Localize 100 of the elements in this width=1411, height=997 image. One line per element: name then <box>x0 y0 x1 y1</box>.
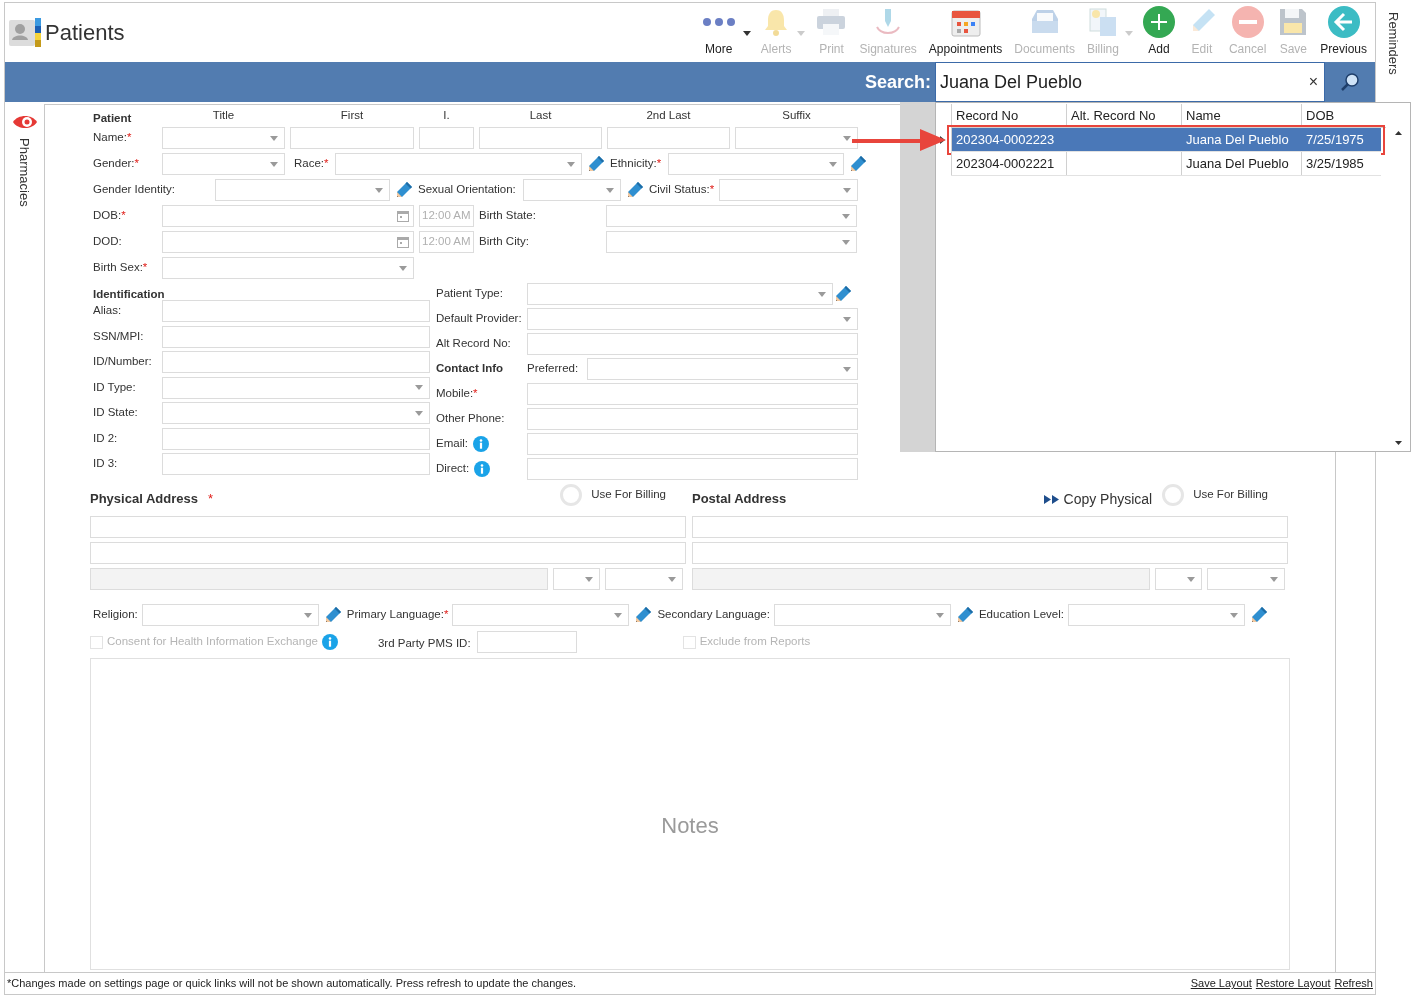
input-field[interactable] <box>162 351 430 373</box>
sidebar-tab[interactable]: Pharmacies <box>14 138 35 207</box>
dropdown-field[interactable] <box>162 402 430 424</box>
radio-button[interactable] <box>1162 484 1185 506</box>
input-field[interactable] <box>90 516 686 538</box>
field-label: Birth Sex:* <box>93 260 149 276</box>
column-header[interactable]: Alt. Record No <box>1066 104 1181 127</box>
caret-icon <box>843 135 851 141</box>
input-field[interactable] <box>162 453 430 475</box>
radio-button[interactable] <box>560 484 583 506</box>
pencil-icon[interactable] <box>394 180 414 200</box>
dropdown-field[interactable] <box>141 604 319 626</box>
dropdown-field[interactable] <box>162 153 285 175</box>
footer-link[interactable]: Refresh <box>1334 975 1373 992</box>
result-row[interactable]: 202304-0002221 Juana Del Pueblo 3/25/1985 <box>951 152 1381 176</box>
column-header[interactable]: Name <box>1181 104 1301 127</box>
field-label: Preferred: <box>527 361 580 377</box>
field-label: ID/Number: <box>93 354 153 370</box>
result-row[interactable]: 202304-0002223 Juana Del Pueblo 7/25/1975 <box>951 128 1381 152</box>
clear-button[interactable]: × <box>1308 70 1318 94</box>
field-label: Patient Type: <box>436 286 504 302</box>
sidebar-tab[interactable]: Reminders <box>1383 12 1404 92</box>
input-field[interactable] <box>692 516 1288 538</box>
checkbox-label: Exclude from Reports <box>699 634 811 650</box>
input-field[interactable] <box>419 127 474 149</box>
input-field[interactable] <box>90 542 686 564</box>
input-field[interactable] <box>290 127 414 149</box>
input-field[interactable] <box>162 427 430 450</box>
date-field[interactable] <box>162 205 414 227</box>
calendar-icon[interactable] <box>397 210 409 222</box>
dropdown-field[interactable] <box>527 308 858 330</box>
dropdown-field[interactable] <box>587 358 858 380</box>
dropdown-field[interactable] <box>735 127 858 149</box>
dropdown-field[interactable] <box>1068 604 1245 626</box>
dropdown-field[interactable] <box>605 568 683 590</box>
toolbar-button[interactable]: Add <box>1136 4 1181 58</box>
dropdown-field[interactable] <box>606 205 857 227</box>
scroll-up-icon[interactable] <box>1394 131 1402 135</box>
input-field[interactable] <box>476 631 577 653</box>
field-label: Birth City: <box>479 234 530 250</box>
pencil-icon[interactable] <box>833 284 853 304</box>
date-field[interactable] <box>162 231 414 253</box>
dropdown-field[interactable] <box>606 231 857 253</box>
input-field[interactable] <box>162 325 430 348</box>
dropdown-field[interactable] <box>523 179 621 201</box>
column-header[interactable]: DOB <box>1301 104 1381 127</box>
input-field[interactable] <box>527 408 858 430</box>
field-label: Gender:* <box>93 156 141 172</box>
input-field[interactable] <box>527 433 858 455</box>
toolbar-button[interactable]: Appointments <box>922 4 1009 58</box>
dropdown-field[interactable] <box>553 568 600 590</box>
footer-link[interactable]: Restore Layout <box>1255 975 1331 992</box>
field-label: Secondary Language: <box>657 607 770 623</box>
dropdown-field[interactable] <box>162 257 414 279</box>
dropdown-field[interactable] <box>1207 568 1285 590</box>
dropdown-field[interactable] <box>452 604 630 626</box>
info-icon[interactable] <box>472 436 489 452</box>
pencil-icon[interactable] <box>586 154 606 174</box>
footer-link[interactable]: Save Layout <box>1190 975 1252 992</box>
pencil-icon[interactable] <box>633 605 654 625</box>
dropdown-field[interactable] <box>1155 568 1202 590</box>
calendar-icon[interactable] <box>397 236 409 248</box>
toolbar-button[interactable]: More <box>694 4 743 58</box>
info-icon[interactable] <box>474 461 491 477</box>
field-label: ID 3: <box>93 456 119 472</box>
pencil-icon[interactable] <box>848 154 868 174</box>
input-field[interactable] <box>527 458 858 480</box>
notes-field[interactable]: Notes <box>90 658 1290 970</box>
dropdown-field[interactable] <box>773 604 951 626</box>
input-field[interactable] <box>162 300 430 322</box>
info-icon[interactable] <box>321 634 338 650</box>
caret-icon <box>614 612 623 618</box>
field-label: Gender Identity: <box>93 182 176 198</box>
input-field[interactable] <box>607 127 730 149</box>
toolbar-button[interactable]: Previous <box>1314 4 1373 58</box>
dropdown-field[interactable] <box>719 179 858 201</box>
field-label: Ethnicity:* <box>610 156 663 172</box>
section-heading: Postal Address <box>692 490 787 509</box>
dropdown-field[interactable] <box>668 153 844 175</box>
pencil-icon[interactable] <box>625 180 645 200</box>
dropdown-field[interactable] <box>215 179 390 201</box>
input-field[interactable] <box>692 568 1150 590</box>
column-header[interactable]: Record No <box>951 104 1066 127</box>
dropdown-field[interactable] <box>527 283 833 305</box>
input-field[interactable] <box>479 127 602 149</box>
input-field[interactable] <box>692 542 1288 564</box>
input-field[interactable] <box>527 333 858 355</box>
dropdown-field[interactable] <box>162 127 285 149</box>
scroll-down-icon[interactable] <box>1394 441 1402 445</box>
input-field[interactable] <box>527 383 858 405</box>
pencil-icon[interactable] <box>1249 605 1269 625</box>
search-icon <box>1340 72 1360 92</box>
caret-icon[interactable] <box>742 31 751 36</box>
input-field[interactable] <box>90 568 548 590</box>
dropdown-field[interactable] <box>162 376 430 399</box>
search-field[interactable]: Juana Del Pueblo × <box>935 62 1325 102</box>
copy-button[interactable]: Copy Physical <box>1043 488 1153 510</box>
dropdown-field[interactable] <box>335 153 582 175</box>
search-label: Search: <box>864 70 931 94</box>
caret-icon <box>303 612 312 618</box>
